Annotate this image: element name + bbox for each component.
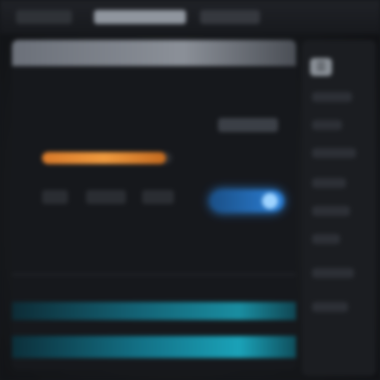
sidebar-item[interactable] <box>312 206 350 216</box>
sidebar-item[interactable] <box>312 234 340 244</box>
top-tab[interactable] <box>200 10 260 24</box>
top-tab[interactable] <box>16 10 72 24</box>
chart-band <box>12 336 296 358</box>
sidebar-item[interactable] <box>312 268 354 278</box>
toggle-switch[interactable] <box>210 190 284 212</box>
menu-icon[interactable]: ☰ <box>310 58 332 76</box>
divider <box>12 274 296 275</box>
stat-value <box>42 190 68 204</box>
sidebar-item[interactable] <box>312 302 348 312</box>
top-tab-active[interactable] <box>94 10 186 24</box>
app-window: ☰ <box>0 0 380 380</box>
top-bar <box>0 0 380 34</box>
chart-band <box>12 302 296 320</box>
main-panel <box>12 40 296 370</box>
progress-fill <box>42 152 166 164</box>
toggle-knob <box>262 193 278 209</box>
stat-value <box>142 190 174 204</box>
stat-row <box>42 190 202 206</box>
metric-side-value <box>218 118 278 132</box>
progress-bar <box>42 152 172 164</box>
stat-value <box>86 190 126 204</box>
sidebar-item[interactable] <box>312 148 356 158</box>
right-sidebar: ☰ <box>302 40 376 376</box>
sidebar-item[interactable] <box>312 178 346 188</box>
sidebar-item[interactable] <box>312 120 342 130</box>
panel-header[interactable] <box>12 40 296 66</box>
sidebar-item[interactable] <box>312 92 352 102</box>
